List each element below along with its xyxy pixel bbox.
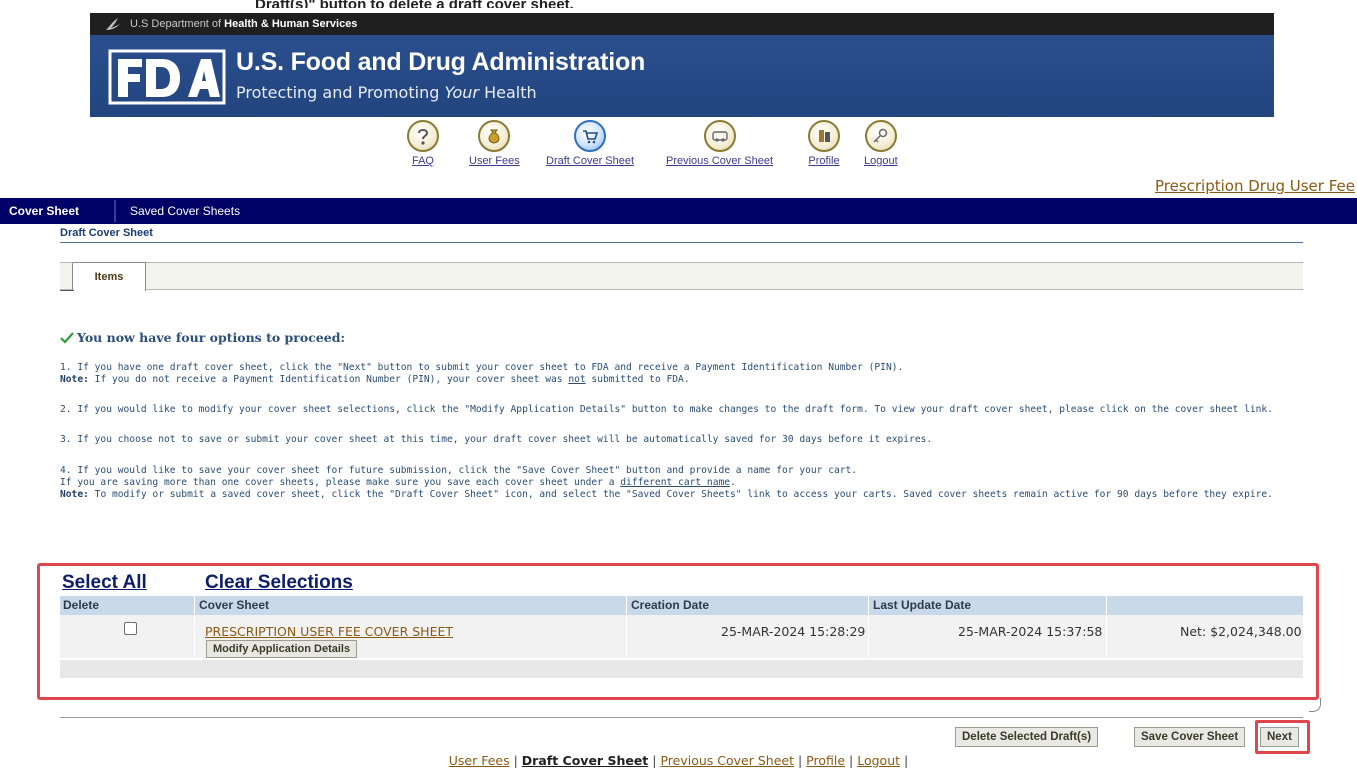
modify-application-details-button[interactable]: Modify Application Details (206, 640, 358, 658)
icon-navigation: FAQ User Fees Draft Cover Sheet Previous… (0, 120, 1357, 172)
truck-icon (703, 120, 736, 152)
instruction-note-1: Note: If you do not receive a Payment Id… (60, 374, 690, 385)
section-title: Draft Cover Sheet (60, 227, 153, 239)
question-icon (407, 120, 439, 152)
col-divider (626, 596, 627, 615)
col-cover-sheet: Cover Sheet (199, 598, 270, 612)
footer-links: User Fees | Draft Cover Sheet | Previous… (0, 753, 1357, 768)
instruction-1: 1. If you have one draft cover sheet, cl… (60, 362, 904, 373)
table-footer-row (60, 660, 1303, 678)
tab-divider (114, 200, 116, 222)
main-tab-bar: Cover Sheet Saved Cover Sheets (0, 198, 1357, 224)
subtab-items[interactable]: Items (73, 262, 146, 291)
decorative-curve (1309, 698, 1321, 712)
hhs-header-bar: U.S Department of Health & Human Service… (90, 13, 1274, 35)
nav-draft-cover-sheet[interactable]: Draft Cover Sheet (546, 120, 634, 167)
footer-separator: | (849, 753, 854, 768)
col-last-update: Last Update Date (873, 598, 972, 612)
instruction-4: 4. If you would like to save your cover … (60, 465, 858, 476)
tab-cover-sheet[interactable]: Cover Sheet (9, 198, 79, 224)
subtab-underline (60, 290, 74, 291)
nav-logout[interactable]: Logout (864, 120, 898, 167)
nav-label-faq[interactable]: FAQ (412, 155, 434, 167)
cell-divider (1106, 615, 1107, 658)
clear-selections-link[interactable]: Clear Selections (205, 572, 353, 594)
nav-label-draft-cover-sheet[interactable]: Draft Cover Sheet (546, 155, 634, 167)
footer-logout-link[interactable]: Logout (857, 753, 900, 768)
fda-title: U.S. Food and Drug Administration (236, 48, 646, 76)
col-divider (1106, 596, 1107, 615)
pdufa-link[interactable]: Prescription Drug User Fee (1155, 177, 1355, 195)
fda-logo (108, 49, 226, 105)
different-cart-name-link[interactable]: different cart name (620, 477, 730, 488)
instruction-2: 2. If you would like to modify your cove… (60, 404, 1273, 415)
checkmark-icon (60, 331, 74, 344)
nav-label-previous-cover-sheet[interactable]: Previous Cover Sheet (666, 155, 773, 167)
col-delete: Delete (63, 598, 100, 612)
fda-tagline: Protecting and Promoting Your Health (236, 83, 537, 102)
success-message: You now have four options to proceed: (60, 330, 345, 345)
tab-saved-cover-sheets[interactable]: Saved Cover Sheets (130, 198, 240, 224)
instruction-note-2: Note: To modify or submit a saved cover … (60, 489, 1273, 500)
col-divider (868, 596, 869, 615)
table-header: Delete Cover Sheet Creation Date Last Up… (60, 596, 1303, 615)
footer-separator: | (797, 753, 803, 768)
nav-user-fees[interactable]: User Fees (469, 120, 520, 167)
creation-date-value: 25-MAR-2024 15:28:29 (721, 624, 866, 639)
select-all-link[interactable]: Select All (62, 572, 147, 594)
col-divider (194, 596, 195, 615)
delete-selected-drafts-button[interactable]: Delete Selected Draft(s) (955, 727, 1099, 747)
footer-previous-cover-sheet-link[interactable]: Previous Cover Sheet (660, 753, 794, 768)
hhs-eagle-icon (106, 18, 120, 30)
footer-draft-cover-sheet-link[interactable]: Draft Cover Sheet (522, 753, 648, 768)
logout-icon (864, 120, 897, 152)
last-update-value: 25-MAR-2024 15:37:58 (958, 624, 1103, 639)
fda-banner: U.S. Food and Drug Administration Protec… (90, 35, 1274, 117)
success-text: You now have four options to proceed: (77, 330, 346, 345)
nav-label-profile[interactable]: Profile (808, 155, 839, 167)
nav-profile[interactable]: Profile (808, 120, 840, 167)
col-creation-date: Creation Date (631, 598, 710, 612)
cell-divider (868, 615, 869, 658)
footer-user-fees-link[interactable]: User Fees (449, 753, 510, 768)
bottom-divider (60, 717, 1303, 718)
cell-divider (194, 615, 195, 658)
footer-separator: | (652, 753, 657, 768)
nav-label-user-fees[interactable]: User Fees (469, 155, 520, 167)
col-net (1108, 596, 1111, 615)
footer-separator: | (513, 753, 518, 768)
profile-icon (808, 120, 840, 152)
cart-icon (574, 120, 607, 152)
delete-checkbox[interactable] (124, 622, 137, 635)
save-cover-sheet-button[interactable]: Save Cover Sheet (1134, 727, 1246, 747)
instruction-4b: If you are saving more than one cover sh… (60, 477, 736, 488)
hhs-department-text: U.S Department of Health & Human Service… (130, 18, 358, 30)
next-highlight-box (1255, 720, 1310, 754)
footer-profile-link[interactable]: Profile (806, 753, 845, 768)
cell-divider (626, 615, 627, 658)
nav-faq[interactable]: FAQ (407, 120, 439, 167)
section-divider (60, 242, 1303, 243)
subtab-bar: Items (60, 262, 1303, 291)
net-amount-value: Net: $2,024,348.00 (1180, 624, 1302, 639)
money-bag-icon (478, 120, 511, 152)
cropped-instruction-text: Draft(s)" button to delete a draft cover… (255, 0, 675, 8)
cover-sheet-link[interactable]: PRESCRIPTION USER FEE COVER SHEET (205, 624, 453, 639)
nav-label-logout[interactable]: Logout (864, 155, 898, 167)
nav-previous-cover-sheet[interactable]: Previous Cover Sheet (666, 120, 773, 167)
instruction-3: 3. If you choose not to save or submit y… (60, 434, 933, 445)
footer-separator: | (904, 753, 909, 768)
